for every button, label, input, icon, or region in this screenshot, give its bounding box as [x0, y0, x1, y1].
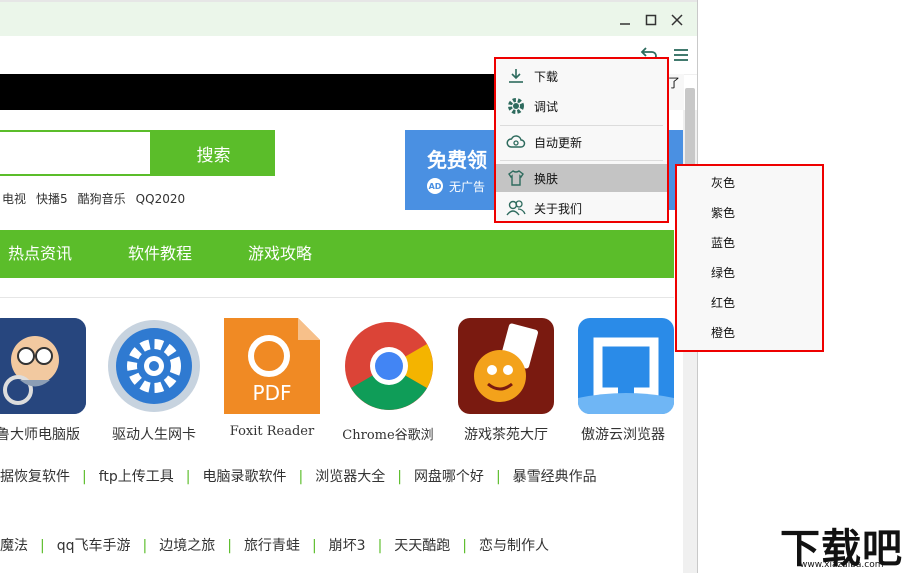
link-separator: |: [397, 469, 402, 485]
menu-item-label: 换肤: [534, 171, 559, 186]
text-link[interactable]: qq飞车手游: [57, 538, 131, 554]
text-link[interactable]: 旅行青蛙: [244, 538, 300, 554]
pdf-icon: PDF: [224, 318, 320, 414]
watermark: 下载吧 www.xiazaiba.com: [778, 518, 915, 573]
text-link[interactable]: 崩坏3: [329, 538, 366, 554]
hotword-link[interactable]: QQ2020: [136, 192, 185, 206]
banner-edge-text: 了: [668, 74, 684, 110]
link-row-1: 据恢复软件 | ftp上传工具 | 电脑录歌软件 | 浏览器大全 | 网盘哪个好 | 暴雪经典作品: [0, 466, 597, 486]
text-link[interactable]: 电脑录歌软件: [203, 469, 287, 485]
app-label[interactable]: 驱动人生网卡: [94, 424, 214, 444]
hamburger-icon: [674, 49, 688, 61]
cartoon-face-icon: [0, 318, 86, 414]
shirt-icon: [506, 168, 526, 188]
app-label[interactable]: Foxit Reader: [212, 424, 332, 439]
nav-item[interactable]: 热点资讯: [8, 230, 72, 278]
menu-separator: [500, 160, 663, 161]
app-icon-maxthon[interactable]: [578, 318, 674, 414]
text-link[interactable]: 网盘哪个好: [414, 469, 484, 485]
users-icon: [506, 198, 526, 218]
minimize-icon: [620, 23, 630, 25]
link-separator: |: [495, 469, 501, 485]
text-link[interactable]: 恋与制作人: [479, 538, 549, 554]
menu-item-about[interactable]: 关于我们: [496, 194, 667, 222]
text-link[interactable]: 浏览器大全: [315, 469, 385, 485]
skin-option-orange[interactable]: 橙色: [677, 319, 822, 347]
cloud-refresh-icon: [506, 132, 526, 152]
link-separator: |: [462, 538, 468, 554]
gear-icon: [506, 96, 526, 116]
link-separator: |: [185, 469, 191, 485]
app-label[interactable]: 傲游云浏览器: [563, 424, 683, 444]
menu-item-debug[interactable]: 调试: [496, 92, 667, 120]
link-separator: |: [377, 538, 383, 554]
link-row-2: 魔法 | qq飞车手游 | 边境之旅 | 旅行青蛙 | 崩坏3 | 天天酷跑 | 恋与制作人: [0, 535, 549, 555]
text-link[interactable]: 魔法: [0, 538, 28, 554]
hotword-link[interactable]: 酷狗音乐: [78, 192, 126, 206]
app-label[interactable]: 游戏茶苑大厅: [446, 424, 566, 444]
skin-option-green[interactable]: 绿色: [677, 259, 822, 287]
skin-submenu: 灰色 紫色 蓝色 绿色 红色 橙色: [675, 164, 824, 352]
skin-option-purple[interactable]: 紫色: [677, 199, 822, 227]
link-separator: |: [142, 538, 148, 554]
search-button[interactable]: 搜索: [152, 130, 275, 176]
skin-option-blue[interactable]: 蓝色: [677, 229, 822, 257]
download-icon: [506, 66, 526, 86]
menu-item-label: 关于我们: [534, 201, 583, 216]
menu-button[interactable]: [672, 46, 690, 64]
app-icon-chrome[interactable]: [341, 318, 437, 414]
divider: [0, 297, 674, 298]
chrome-icon: [345, 322, 433, 410]
menu-item-skin[interactable]: 换肤: [496, 164, 667, 192]
search-input[interactable]: [0, 130, 152, 176]
hotword-link[interactable]: 电视: [2, 192, 26, 206]
ad-badge: AD: [427, 178, 443, 194]
close-button[interactable]: [666, 10, 688, 30]
app-label[interactable]: 鲁大师电脑版: [0, 424, 98, 444]
title-bar: [0, 2, 698, 36]
text-link[interactable]: ftp上传工具: [99, 469, 174, 485]
app-icon-ludashi[interactable]: [0, 318, 86, 414]
menu-separator: [500, 125, 663, 126]
text-link[interactable]: 暴雪经典作品: [513, 469, 597, 485]
close-icon: [671, 14, 683, 26]
ad-subtitle: 无广告: [449, 180, 486, 194]
hotword-link[interactable]: 快播5: [36, 192, 68, 206]
menu-item-label: 调试: [534, 99, 559, 114]
link-separator: |: [298, 469, 304, 485]
app-label[interactable]: Chrome谷歌浏: [328, 424, 448, 443]
hotwords: 电视 快播5 酷狗音乐 QQ2020: [2, 190, 195, 207]
skin-option-gray[interactable]: 灰色: [677, 169, 822, 197]
maxthon-icon: [578, 318, 674, 414]
context-menu: 下载 调试 自动更新 换肤 关于我们: [494, 57, 669, 223]
ad-title: 免费领: [427, 148, 487, 172]
app-icon-foxit[interactable]: PDF: [224, 318, 320, 414]
skin-option-red[interactable]: 红色: [677, 289, 822, 317]
maximize-button[interactable]: [640, 10, 662, 30]
nav-bar: 热点资讯 软件教程 游戏攻略: [0, 230, 674, 278]
nav-item[interactable]: 软件教程: [128, 230, 192, 278]
nav-item[interactable]: 游戏攻略: [248, 230, 312, 278]
menu-item-auto-update[interactable]: 自动更新: [496, 128, 667, 156]
game-cards-icon: [458, 318, 554, 414]
menu-item-label: 下载: [534, 69, 559, 84]
menu-item-label: 自动更新: [534, 135, 583, 150]
maximize-icon: [645, 14, 657, 26]
watermark-url: www.xiazaiba.com: [800, 560, 884, 570]
pdf-label: PDF: [253, 381, 292, 405]
minimize-button[interactable]: [614, 10, 636, 30]
link-separator: |: [40, 538, 45, 554]
link-separator: |: [82, 469, 87, 485]
link-separator: |: [311, 538, 317, 554]
text-link[interactable]: 天天酷跑: [394, 538, 450, 554]
gear-app-icon: [108, 320, 200, 412]
app-icon-driver[interactable]: [106, 318, 202, 414]
text-link[interactable]: 边境之旅: [159, 538, 215, 554]
text-link[interactable]: 据恢复软件: [0, 469, 70, 485]
app-icon-game-hall[interactable]: [458, 318, 554, 414]
link-separator: |: [227, 538, 232, 554]
menu-item-download[interactable]: 下载: [496, 62, 667, 90]
